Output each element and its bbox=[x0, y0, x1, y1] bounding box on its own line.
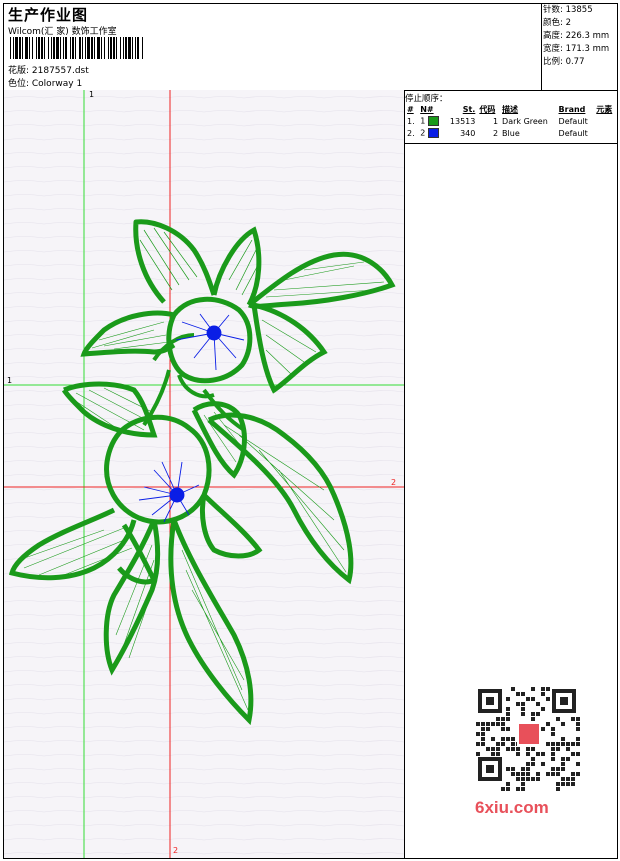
lower-flower bbox=[8, 369, 354, 726]
guide-label-red-bottom: 2 bbox=[173, 846, 179, 855]
row-brand: Default bbox=[558, 128, 588, 138]
row-number-cell: 2 bbox=[418, 127, 444, 139]
col-stitches: St. bbox=[462, 104, 476, 114]
col-code: 代码 bbox=[479, 104, 496, 114]
col-number: N# bbox=[420, 104, 434, 114]
row-index: 1. bbox=[407, 116, 415, 126]
col-index: # bbox=[407, 104, 414, 114]
stitch-count: 针数: 13855 bbox=[543, 5, 593, 15]
col-description: 描述 bbox=[502, 104, 519, 114]
row-brand: Default bbox=[558, 116, 588, 126]
row-stitches: 13513 bbox=[449, 116, 476, 126]
row-code: 2 bbox=[492, 128, 499, 138]
row-description: Blue bbox=[502, 128, 520, 138]
design-file: 花版: 2187557.dst bbox=[8, 66, 89, 76]
thread-table-header: # N# St. 代码 描述 Brand 元素 bbox=[405, 103, 617, 115]
color-count: 颜色: 2 bbox=[543, 18, 571, 28]
row-element bbox=[594, 127, 617, 139]
row-stitches: 340 bbox=[460, 128, 476, 138]
table-row: 2. 2 340 2 Blue Default bbox=[405, 127, 617, 139]
color-swatch bbox=[427, 128, 439, 138]
guide-label-green-left: 1 bbox=[7, 376, 13, 385]
sheet-header: 生产作业图 Wilcom(汇 家) 数饰工作室 花版: 2187557.dst … bbox=[4, 4, 617, 91]
design-width: 宽度: 171.3 mm bbox=[543, 44, 610, 54]
col-brand: Brand bbox=[558, 104, 586, 114]
table-divider bbox=[405, 143, 617, 144]
row-code: 1 bbox=[492, 116, 499, 126]
thread-table: # N# St. 代码 描述 Brand 元素 1. 1 13513 1 Dar… bbox=[405, 103, 617, 139]
row-index: 2. bbox=[407, 128, 415, 138]
colorway: 色位: Colorway 1 bbox=[8, 79, 83, 89]
row-element bbox=[594, 115, 617, 127]
row-number-cell: 1 bbox=[418, 115, 444, 127]
sheet-title: 生产作业图 bbox=[8, 6, 89, 24]
embroidery-preview: 1 1 2 2 bbox=[4, 90, 405, 858]
upper-stamen bbox=[175, 313, 245, 371]
barcode bbox=[10, 37, 143, 59]
qr-code bbox=[472, 683, 584, 815]
row-number: 2 bbox=[420, 128, 426, 138]
design-specs: 针数: 13855 颜色: 2 高度: 226.3 mm 宽度: 171.3 m… bbox=[541, 4, 617, 90]
col-element: 元素 bbox=[596, 104, 613, 114]
design-scale: 比例: 0.77 bbox=[543, 57, 585, 67]
guide-label-green-top: 1 bbox=[89, 90, 95, 99]
thread-panel: 停止顺序： # N# St. 代码 描述 Brand 元素 1. 1 13513… bbox=[405, 90, 617, 858]
color-swatch bbox=[427, 116, 439, 126]
production-sheet: 生产作业图 Wilcom(汇 家) 数饰工作室 花版: 2187557.dst … bbox=[3, 3, 618, 859]
embroidery-svg bbox=[4, 90, 404, 858]
row-description: Dark Green bbox=[502, 116, 548, 126]
watermark-site: 6xiu.com bbox=[475, 798, 549, 817]
guide-label-red-right: 2 bbox=[391, 478, 397, 487]
table-row: 1. 1 13513 1 Dark Green Default bbox=[405, 115, 617, 127]
design-height: 高度: 226.3 mm bbox=[543, 31, 610, 41]
company-name: Wilcom(汇 家) 数饰工作室 bbox=[8, 27, 117, 37]
upper-flower bbox=[80, 219, 396, 399]
row-number: 1 bbox=[420, 116, 426, 126]
